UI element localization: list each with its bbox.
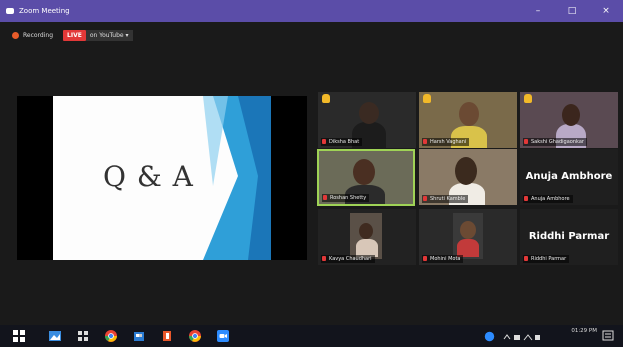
shared-screen: Q & A: [17, 96, 307, 260]
participant-display-name: Anuja Ambhore: [525, 171, 613, 182]
youtube-stream-dropdown[interactable]: on YouTube ▾: [85, 29, 133, 41]
participant-name: Roshan Shetty: [322, 194, 370, 202]
muted-mic-icon: [524, 139, 528, 144]
slide-title: Q & A: [103, 160, 194, 193]
recording-icon: [12, 31, 19, 39]
raised-hand-icon: [322, 94, 330, 103]
muted-mic-icon: [323, 195, 327, 200]
muted-mic-icon: [524, 196, 528, 201]
participant-tile[interactable]: Mohini Mota: [419, 209, 517, 265]
minimize-button[interactable]: –: [521, 0, 555, 22]
participant-tile[interactable]: Kavya Chaudhari: [318, 209, 416, 265]
participant-tile[interactable]: Shruti Kamble: [419, 149, 517, 205]
participant-display-name: Riddhi Parmar: [528, 231, 610, 242]
help-icon[interactable]: [484, 331, 495, 342]
participant-name: Riddhi Parmar: [523, 255, 570, 263]
participant-name: Anuja Ambhore: [523, 195, 573, 203]
raised-hand-icon: [423, 94, 431, 103]
windows-start-icon[interactable]: [12, 329, 26, 343]
participant-name: Diksha Bhat: [321, 138, 363, 146]
window-controls: – □ ×: [521, 0, 623, 22]
presentation-slide: Q & A: [53, 96, 271, 260]
raised-hand-icon: [524, 94, 532, 103]
participant-tile-active-speaker[interactable]: Roshan Shetty: [317, 149, 415, 206]
recording-label: Recording: [23, 31, 54, 39]
windows-taskbar: 01:29 PM: [0, 325, 623, 347]
notification-icon[interactable]: [602, 330, 614, 342]
muted-mic-icon: [423, 139, 427, 144]
office-icon[interactable]: [160, 329, 174, 343]
participant-name: Kavya Chaudhari: [321, 255, 375, 263]
photos-icon[interactable]: [48, 329, 62, 343]
muted-mic-icon: [322, 139, 326, 144]
participant-name: Mohini Mota: [422, 255, 464, 263]
muted-mic-icon: [423, 256, 427, 261]
window-title: Zoom Meeting: [19, 7, 70, 15]
chrome-alt-icon[interactable]: [188, 329, 202, 343]
muted-mic-icon: [423, 196, 427, 201]
participant-tile[interactable]: Harsh Vaghani: [419, 92, 517, 148]
participant-name: Harsh Vaghani: [422, 138, 470, 146]
maximize-button[interactable]: □: [555, 0, 589, 22]
close-button[interactable]: ×: [589, 0, 623, 22]
live-badge[interactable]: LIVE: [63, 29, 86, 41]
chrome-icon[interactable]: [104, 329, 118, 343]
participant-tile[interactable]: Sakshi Ghadigaonkar: [520, 92, 618, 148]
zoom-icon[interactable]: [216, 329, 230, 343]
participant-tile[interactable]: Diksha Bhat: [318, 92, 416, 148]
task-view-icon[interactable]: [76, 329, 90, 343]
zoom-app-icon: [6, 8, 14, 14]
recording-bar: Recording LIVE on YouTube ▾: [12, 28, 133, 42]
tray-clock[interactable]: 01:29 PM: [571, 328, 597, 335]
participant-tile[interactable]: Anuja Ambhore Anuja Ambhore: [520, 149, 618, 205]
participant-name: Sakshi Ghadigaonkar: [523, 138, 587, 146]
participant-name: Shruti Kamble: [422, 195, 469, 203]
system-tray-icons[interactable]: [502, 332, 542, 342]
store-icon[interactable]: [132, 329, 146, 343]
participant-tile[interactable]: Riddhi Parmar Riddhi Parmar: [520, 209, 618, 265]
muted-mic-icon: [524, 256, 528, 261]
muted-mic-icon: [322, 256, 326, 261]
window-titlebar[interactable]: Zoom Meeting – □ ×: [0, 0, 623, 22]
